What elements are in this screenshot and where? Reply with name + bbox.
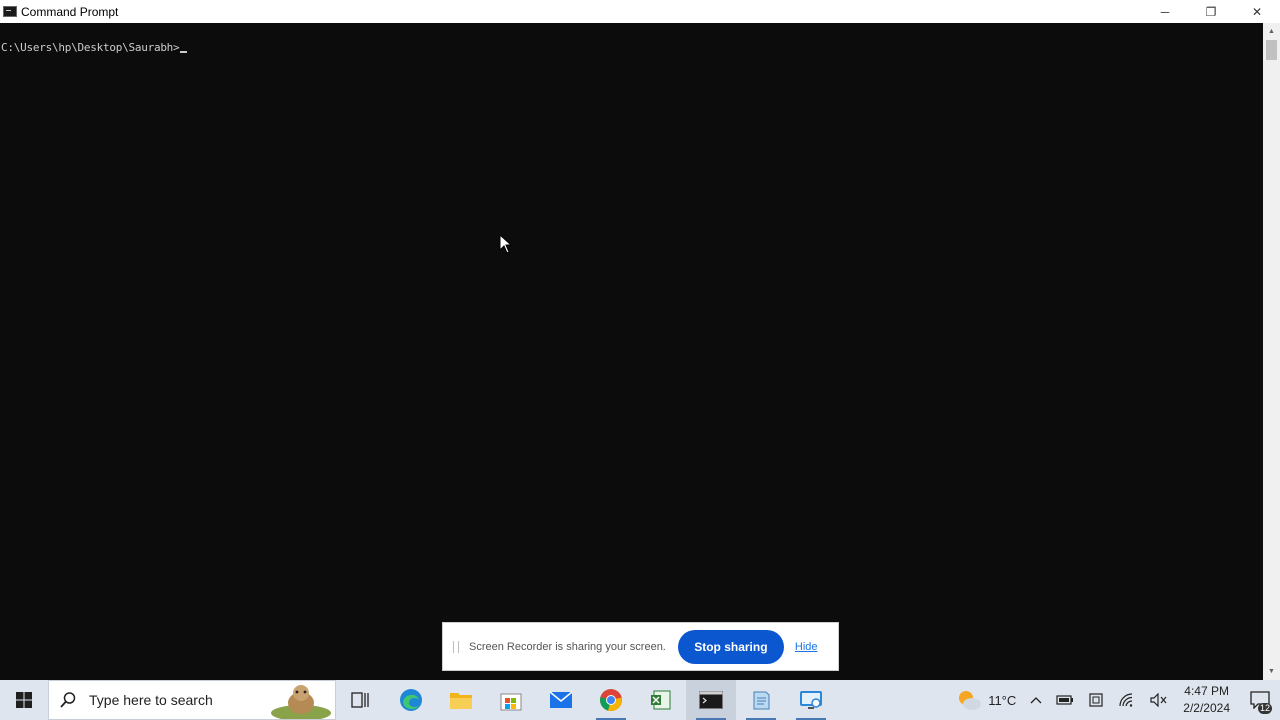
volume-tray[interactable] [1143,680,1175,720]
file-explorer-icon [450,693,472,709]
task-view-button[interactable] [336,680,386,720]
spreadsheet-icon [651,690,671,710]
show-hidden-icons-button[interactable] [1023,680,1049,720]
clock-time: 4:47 PM [1184,684,1229,698]
remote-desktop-button[interactable] [786,680,836,720]
clock[interactable]: 4:47 PM 2/2/2024 [1175,683,1240,717]
drag-handle-icon[interactable] [453,640,459,653]
window-controls: ─ ❐ ✕ [1142,0,1280,23]
action-center-button[interactable]: 12 [1240,680,1280,720]
text-cursor [180,51,188,53]
search-highlight-art-icon [271,685,331,719]
stop-sharing-button[interactable]: Stop sharing [677,629,784,664]
meet-now-tray[interactable] [1081,680,1111,720]
volume-muted-icon [1150,693,1167,707]
chevron-up-icon [1030,697,1042,704]
mail-button[interactable] [536,680,586,720]
title-bar[interactable]: Command Prompt ─ ❐ ✕ [0,0,1280,23]
command-prompt-button[interactable] [686,680,736,720]
file-explorer-button[interactable] [436,680,486,720]
screen-sharing-banner: Screen Recorder is sharing your screen. … [442,622,839,671]
chrome-button[interactable] [586,680,636,720]
notepad-icon [753,691,770,710]
taskbar-search[interactable] [48,680,336,720]
edge-button[interactable] [386,680,436,720]
weather-widget[interactable]: 11°C [949,680,1023,720]
mouse-pointer-icon [499,234,513,254]
battery-icon [1056,695,1074,705]
restore-button[interactable]: ❐ [1188,0,1234,23]
task-view-icon [351,692,369,708]
prompt-text: C:\Users\hp\Desktop\Saurabh> [1,41,180,54]
edge-icon [400,689,422,711]
remote-icon [800,691,822,709]
mail-icon [549,691,573,708]
prompt-line: C:\Users\hp\Desktop\Saurabh> [1,41,188,54]
weather-temperature: 11°C [988,692,1017,708]
store-button[interactable] [486,680,536,720]
search-input[interactable] [87,691,261,709]
close-button[interactable]: ✕ [1234,0,1280,23]
network-tray[interactable] [1111,680,1143,720]
notification-count: 12 [1257,703,1272,714]
clock-date: 2/2/2024 [1183,701,1230,715]
window-title: Command Prompt [21,4,119,19]
weather-sun-cloud-icon [959,691,982,710]
notepad-button[interactable] [736,680,786,720]
spreadsheet-button[interactable] [636,680,686,720]
scroll-thumb[interactable] [1266,40,1277,60]
battery-tray[interactable] [1049,680,1081,720]
search-icon [60,692,76,708]
wifi-icon [1119,693,1133,707]
hide-link[interactable]: Hide [795,641,818,653]
vertical-scrollbar[interactable]: ▲ ▼ [1263,23,1280,680]
minimize-button[interactable]: ─ [1142,0,1188,23]
cmd-icon [699,691,723,709]
sharing-message: Screen Recorder is sharing your screen. [469,640,666,653]
console-output[interactable]: C:\Users\hp\Desktop\Saurabh> [0,23,1263,680]
cmd-app-icon [3,6,17,17]
scroll-up-icon[interactable]: ▲ [1263,23,1280,40]
scroll-down-icon[interactable]: ▼ [1263,663,1280,680]
command-prompt-window: Command Prompt ─ ❐ ✕ C:\Users\hp\Desktop… [0,0,1280,680]
system-tray: 11°C 4:47 PM 2/2/2024 12 [949,680,1280,720]
start-button[interactable] [0,680,48,720]
chrome-icon [600,689,622,711]
taskbar: 11°C [0,680,1280,720]
screen-share-icon [1089,693,1103,707]
windows-logo-icon [16,692,32,708]
store-icon [500,693,522,711]
